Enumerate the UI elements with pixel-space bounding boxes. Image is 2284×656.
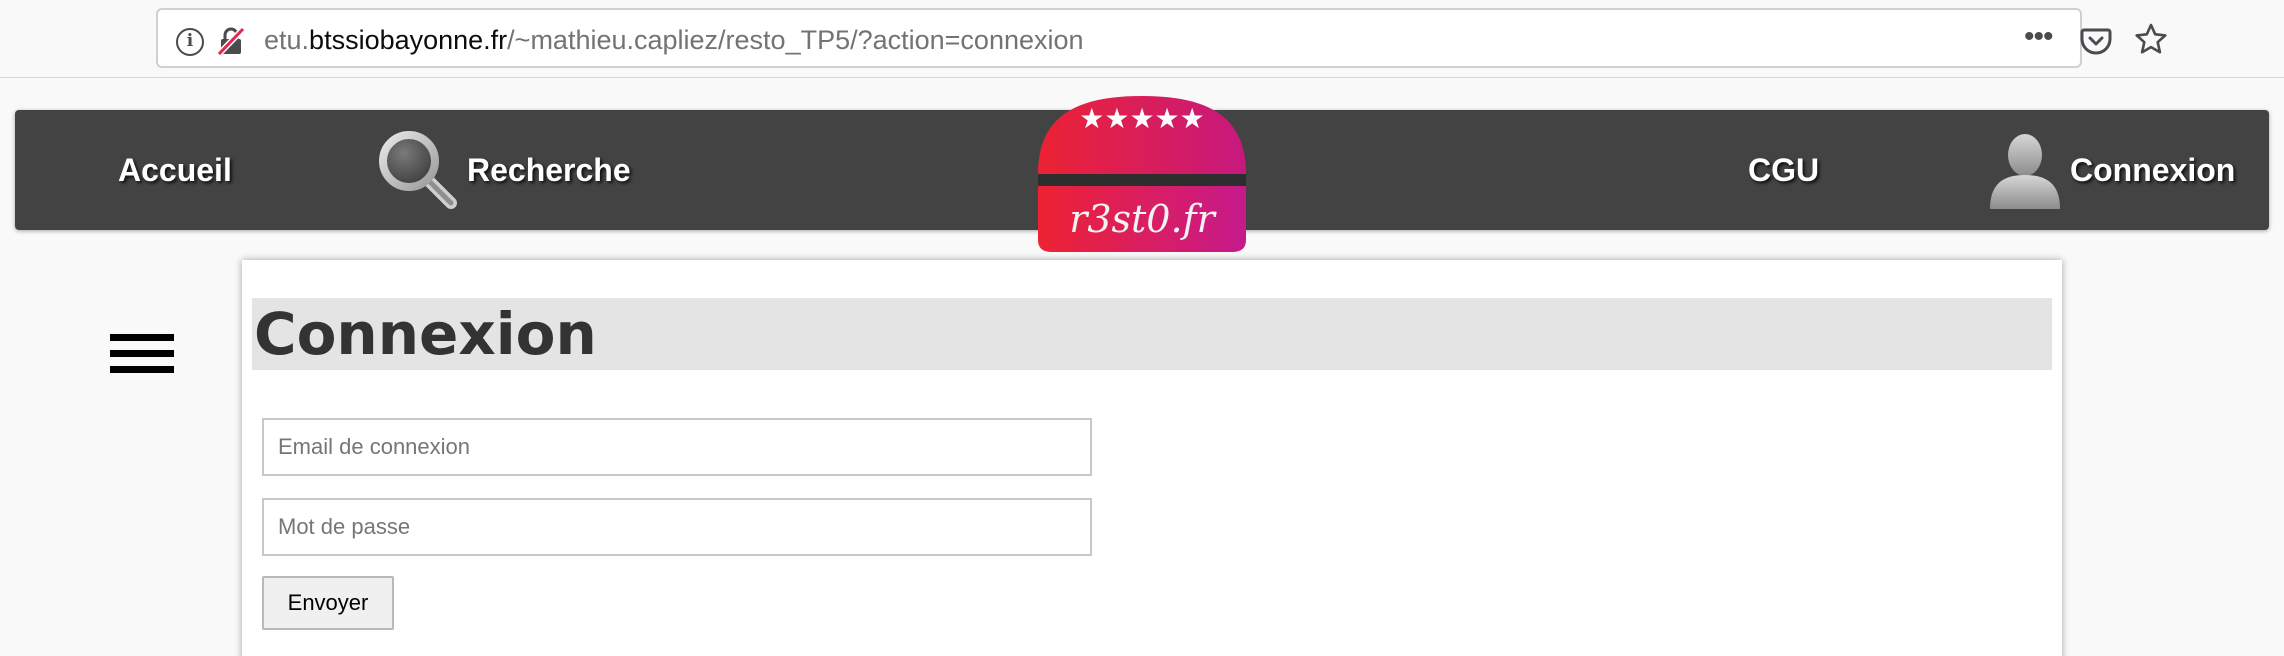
bookmark-star-icon[interactable]	[2134, 22, 2168, 56]
user-icon	[1990, 134, 2060, 209]
nav-connexion-link[interactable]: Connexion	[1988, 110, 2235, 230]
nav-recherche-label: Recherche	[467, 151, 631, 188]
hamburger-line	[110, 350, 174, 357]
url-bar[interactable]: i etu.btssiobayonne.fr/~mathieu.capliez/…	[156, 8, 2167, 68]
nav-cgu-link[interactable]: CGU	[1748, 110, 1819, 230]
insecure-lock-icon[interactable]	[216, 26, 246, 56]
url-text[interactable]: etu.btssiobayonne.fr/~mathieu.capliez/re…	[264, 22, 1084, 58]
page-title: Connexion	[252, 298, 2052, 370]
hamburger-menu-icon[interactable]	[110, 334, 174, 374]
url-path: /~mathieu.capliez/resto_TP5/?action=conn…	[507, 25, 1084, 55]
nav-connexion-label: Connexion	[2070, 151, 2236, 188]
url-host: btssiobayonne.fr	[309, 25, 508, 55]
url-prefix: etu.	[264, 25, 310, 55]
submit-button[interactable]: Envoyer	[262, 576, 394, 630]
page-actions-menu-button[interactable]: •••	[2024, 22, 2064, 58]
search-icon	[379, 131, 457, 209]
info-icon[interactable]: i	[176, 28, 204, 56]
hamburger-line	[110, 366, 174, 373]
nav-cgu-label: CGU	[1748, 151, 1820, 188]
logo-graphic: ★★★★★ r3st0.fr	[1038, 96, 1246, 252]
browser-toolbar: i etu.btssiobayonne.fr/~mathieu.capliez/…	[0, 0, 2284, 78]
login-card: Connexion Envoyer	[242, 260, 2062, 656]
logo-text: r3st0.fr	[1069, 197, 1217, 241]
nav-accueil-label: Accueil	[118, 151, 232, 188]
email-field[interactable]	[262, 418, 1092, 476]
nav-recherche-link[interactable]: Recherche	[373, 110, 631, 230]
hamburger-line	[110, 334, 174, 341]
password-field[interactable]	[262, 498, 1092, 556]
pocket-icon[interactable]	[2080, 24, 2112, 56]
nav-accueil-link[interactable]: Accueil	[118, 110, 232, 230]
logo-stars: ★★★★★	[1079, 102, 1205, 135]
site-logo[interactable]: ★★★★★ r3st0.fr	[1036, 94, 1248, 254]
